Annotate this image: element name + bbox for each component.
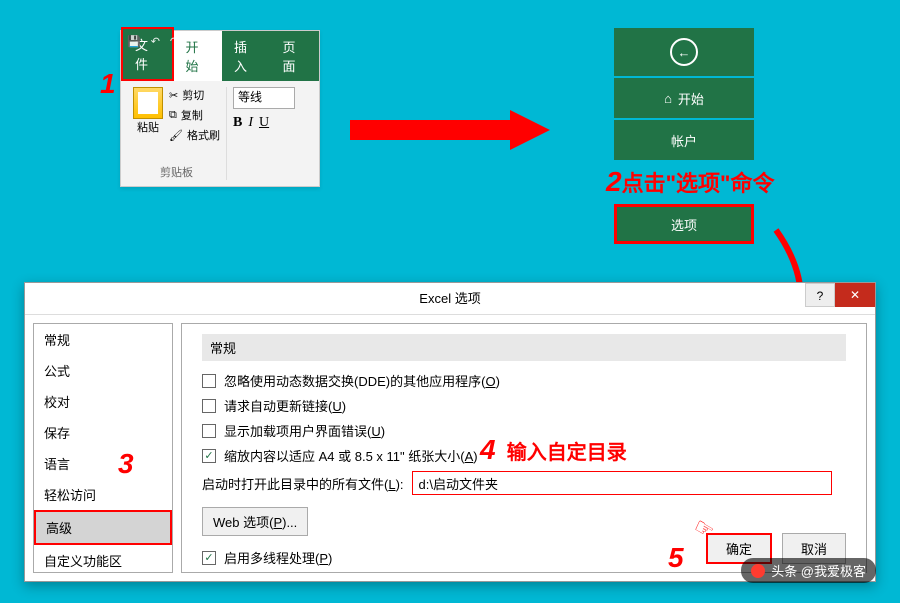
sidebar-item-7[interactable]: 自定义功能区 — [34, 545, 172, 573]
startup-path-input[interactable] — [412, 471, 832, 495]
web-options-button[interactable]: Web 选项(P)... — [202, 507, 308, 536]
ribbon-tabs: 文件 开始 插入 页面 — [121, 51, 319, 81]
checkbox-update-links[interactable] — [202, 399, 216, 413]
startup-path-label: 启动时打开此目录中的所有文件(L): — [202, 474, 404, 493]
underline-button[interactable]: U — [259, 115, 269, 131]
dialog-title-bar: Excel 选项 ? ✕ — [25, 283, 875, 315]
paste-label: 粘贴 — [137, 119, 159, 135]
qat-more-icon[interactable]: ▾ — [189, 35, 195, 48]
bold-button[interactable]: B — [233, 115, 242, 131]
font-name-select[interactable]: 等线 — [233, 87, 295, 109]
dialog-close-button[interactable]: ✕ — [835, 283, 875, 307]
dialog-title: Excel 选项 — [419, 291, 480, 306]
save-icon[interactable]: 💾 — [127, 35, 141, 48]
watermark-icon — [751, 564, 765, 578]
copy-button[interactable]: ⧉复制 — [169, 107, 220, 123]
sidebar-item-1[interactable]: 公式 — [34, 355, 172, 386]
annotation-step3: 3 — [118, 448, 134, 480]
annotation-step1: 1 — [100, 68, 116, 100]
checkbox-dde[interactable] — [202, 374, 216, 388]
section-header: 常规 — [202, 334, 846, 361]
annotation-step5: 5 — [668, 542, 684, 574]
backstage-back-button[interactable]: ← — [614, 28, 754, 76]
sidebar-item-3[interactable]: 保存 — [34, 417, 172, 448]
excel-ribbon-window: 💾 ↶ ↷ ▾ 文件 开始 插入 页面 粘贴 ✂剪切 ⧉复制 🖌格式刷 剪贴板 — [120, 30, 320, 187]
checkbox-addin-errors[interactable] — [202, 424, 216, 438]
paste-icon — [133, 87, 163, 119]
option-dde[interactable]: 忽略使用动态数据交换(DDE)的其他应用程序(O) — [202, 371, 846, 390]
brush-icon: 🖌 — [169, 129, 183, 142]
checkbox-multithread[interactable] — [202, 551, 216, 565]
sidebar-item-0[interactable]: 常规 — [34, 324, 172, 355]
home-icon: ⌂ — [664, 91, 672, 106]
annotation-arrow-right — [350, 110, 550, 150]
option-startup-path: 启动时打开此目录中的所有文件(L): — [202, 471, 846, 495]
italic-button[interactable]: I — [248, 115, 253, 131]
scissors-icon: ✂ — [169, 89, 178, 102]
excel-options-dialog: Excel 选项 ? ✕ 常规公式校对保存语言轻松访问高级自定义功能区 常规 忽… — [24, 282, 876, 582]
clipboard-group-label: 剪贴板 — [160, 164, 193, 180]
sidebar-item-2[interactable]: 校对 — [34, 386, 172, 417]
back-arrow-icon: ← — [670, 38, 698, 66]
option-update-links[interactable]: 请求自动更新链接(U) — [202, 396, 846, 415]
redo-icon[interactable]: ↷ — [170, 35, 179, 48]
tab-layout[interactable]: 页面 — [271, 31, 320, 81]
font-group: 等线 B I U — [233, 87, 295, 180]
clipboard-actions: ✂剪切 ⧉复制 🖌格式刷 — [169, 87, 220, 143]
ribbon-body: 粘贴 ✂剪切 ⧉复制 🖌格式刷 剪贴板 等线 B I U — [121, 81, 319, 186]
watermark: 头条 @我爱极客 — [741, 558, 876, 583]
dialog-help-button[interactable]: ? — [805, 283, 835, 307]
copy-icon: ⧉ — [169, 109, 177, 122]
sidebar-item-4[interactable]: 语言 — [34, 448, 172, 479]
tab-home[interactable]: 开始 — [174, 31, 223, 81]
checkbox-scale-a4[interactable] — [202, 449, 216, 463]
sidebar-item-5[interactable]: 轻松访问 — [34, 479, 172, 510]
backstage-home[interactable]: ⌂ 开始 — [614, 78, 754, 118]
tab-insert[interactable]: 插入 — [222, 31, 271, 81]
backstage-menu: ← ⌂ 开始 帐户 选项 — [614, 28, 754, 246]
annotation-step4: 4 输入自定目录 — [480, 434, 627, 466]
undo-icon[interactable]: ↶ — [151, 35, 160, 48]
paste-button[interactable]: 粘贴 — [133, 87, 163, 143]
clipboard-group: 粘贴 ✂剪切 ⧉复制 🖌格式刷 剪贴板 — [127, 87, 227, 180]
backstage-account[interactable]: 帐户 — [614, 120, 754, 160]
dialog-sidebar[interactable]: 常规公式校对保存语言轻松访问高级自定义功能区 — [33, 323, 173, 573]
annotation-step2: 2点击"选项"命令 — [606, 166, 774, 198]
backstage-options[interactable]: 选项 — [614, 204, 754, 244]
sidebar-item-6[interactable]: 高级 — [34, 510, 172, 545]
format-painter-button[interactable]: 🖌格式刷 — [169, 127, 220, 143]
cut-button[interactable]: ✂剪切 — [169, 87, 220, 103]
